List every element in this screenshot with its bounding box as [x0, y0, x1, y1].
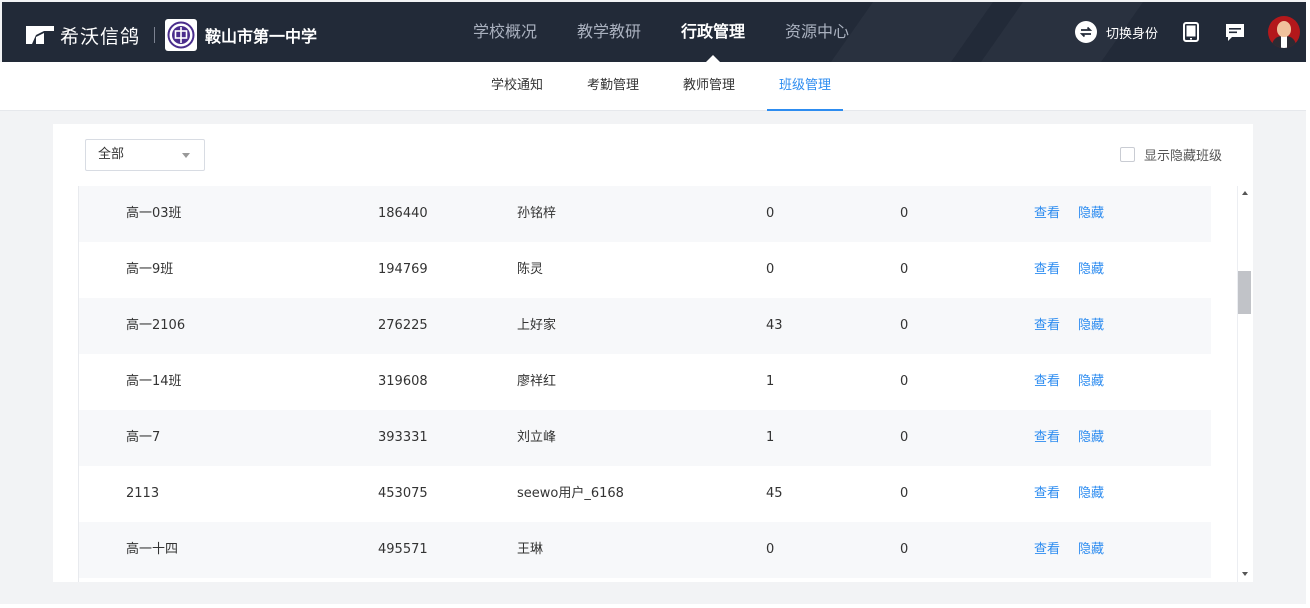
- sub-nav-attendance[interactable]: 考勤管理: [575, 62, 651, 111]
- class-name-cell: 高一03班: [126, 206, 182, 221]
- view-link[interactable]: 查看: [1034, 522, 1060, 578]
- page-edge: [0, 604, 1310, 608]
- top-navigation-bar: 希沃信鸽 鞍山市第一中学 学校概况 教学教研 行政管理 资源中心 切换身份: [2, 2, 1306, 62]
- hide-link[interactable]: 隐藏: [1078, 466, 1104, 522]
- main-nav: 学校概况 教学教研 行政管理 资源中心: [460, 2, 876, 62]
- table-row: 高一9班 194769 陈灵 0 0 查看 隐藏: [79, 242, 1211, 298]
- brand-divider: [154, 27, 156, 43]
- class-code-cell: 495571: [378, 542, 428, 557]
- student-count-cell: 1: [766, 430, 775, 445]
- view-link[interactable]: 查看: [1034, 242, 1060, 298]
- class-name-cell: 高一9班: [126, 262, 174, 277]
- hide-link[interactable]: 隐藏: [1078, 354, 1104, 410]
- class-name-cell: 高一十四: [126, 542, 179, 557]
- table-row: 高一03班 186440 孙铭梓 0 0 查看 隐藏: [79, 186, 1211, 242]
- avatar[interactable]: [1268, 16, 1300, 48]
- view-link[interactable]: 查看: [1034, 186, 1060, 242]
- page-edge: [1306, 0, 1310, 608]
- message-icon[interactable]: [1224, 21, 1246, 43]
- sub-nav-class-management[interactable]: 班级管理: [767, 62, 843, 111]
- class-name-cell: 高一14班: [126, 374, 182, 389]
- view-link[interactable]: 查看: [1034, 354, 1060, 410]
- show-hidden-classes-toggle[interactable]: 显示隐藏班级: [1119, 145, 1222, 164]
- sub-nav-school-notice[interactable]: 学校通知: [479, 62, 555, 111]
- brand[interactable]: 希沃信鸽 鞍山市第一中学: [24, 19, 317, 51]
- student-count-cell: 0: [766, 206, 775, 221]
- main-nav-administration[interactable]: 行政管理: [668, 2, 758, 62]
- view-link[interactable]: 查看: [1034, 298, 1060, 354]
- head-teacher-cell: 王琳: [517, 542, 544, 557]
- class-code-cell: 276225: [378, 318, 428, 333]
- student-count-cell: 0: [766, 542, 775, 557]
- view-link[interactable]: 查看: [1034, 466, 1060, 522]
- class-code-cell: 186440: [378, 206, 428, 221]
- scroll-down-arrow-icon[interactable]: [1242, 572, 1248, 576]
- school-name: 鞍山市第一中学: [205, 27, 318, 46]
- chevron-down-icon: [182, 153, 190, 158]
- table-scrollbar[interactable]: [1211, 186, 1253, 582]
- count-cell: 0: [900, 262, 909, 277]
- head-teacher-cell: 廖祥红: [517, 374, 557, 389]
- main-nav-school-overview[interactable]: 学校概况: [460, 2, 550, 62]
- sub-nav-teacher-management[interactable]: 教师管理: [671, 62, 747, 111]
- count-cell: 0: [900, 374, 909, 389]
- class-management-panel: 全部 显示隐藏班级 高一03班 186440 孙铭梓 0 0 查看 隐藏 高一9…: [53, 124, 1253, 582]
- hide-link[interactable]: 隐藏: [1078, 410, 1104, 466]
- table-row: 高一十四 495571 王琳 0 0 查看 隐藏: [79, 522, 1211, 578]
- main-nav-teaching-research[interactable]: 教学教研: [564, 2, 654, 62]
- switch-identity-icon: [1074, 21, 1097, 43]
- count-cell: 0: [900, 542, 909, 557]
- hide-link[interactable]: 隐藏: [1078, 298, 1104, 354]
- count-cell: 0: [900, 318, 909, 333]
- hide-link[interactable]: 隐藏: [1078, 186, 1104, 242]
- hide-link[interactable]: 隐藏: [1078, 522, 1104, 578]
- count-cell: 0: [900, 430, 909, 445]
- class-code-cell: 319608: [378, 374, 428, 389]
- student-count-cell: 1: [766, 374, 775, 389]
- count-cell: 0: [900, 206, 909, 221]
- head-teacher-cell: seewo用户_6168: [517, 486, 624, 501]
- class-name-cell: 2113: [126, 486, 160, 501]
- scrollbar-track[interactable]: [1237, 186, 1253, 582]
- grade-filter-select[interactable]: 全部: [85, 139, 205, 171]
- class-name-cell: 高一7: [126, 430, 161, 445]
- show-hidden-label: 显示隐藏班级: [1143, 149, 1222, 164]
- avatar-shirt: [1281, 36, 1287, 48]
- hide-link[interactable]: 隐藏: [1078, 242, 1104, 298]
- student-count-cell: 0: [766, 262, 775, 277]
- switch-identity-label: 切换身份: [1105, 26, 1158, 42]
- school-emblem-icon: [165, 19, 198, 51]
- brand-name: 希沃信鸽: [60, 25, 141, 48]
- switch-identity-button[interactable]: 切换身份: [1074, 21, 1158, 43]
- count-cell: 0: [900, 486, 909, 501]
- class-table: 高一03班 186440 孙铭梓 0 0 查看 隐藏 高一9班 194769 陈…: [78, 186, 1211, 582]
- tablet-icon[interactable]: [1180, 21, 1202, 43]
- student-count-cell: 45: [766, 486, 783, 501]
- table-row: 高一7 393331 刘立峰 1 0 查看 隐藏: [79, 410, 1211, 466]
- show-hidden-checkbox[interactable]: [1119, 147, 1135, 162]
- head-teacher-cell: 上好家: [517, 318, 557, 333]
- table-row: 高一2106 276225 上好家 43 0 查看 隐藏: [79, 298, 1211, 354]
- seewo-logo-icon: [26, 26, 54, 44]
- scrollbar-thumb[interactable]: [1238, 271, 1251, 314]
- table-row: 2113 453075 seewo用户_6168 45 0 查看 隐藏: [79, 466, 1211, 522]
- top-actions: 切换身份: [1074, 2, 1306, 62]
- avatar-face: [1277, 21, 1291, 37]
- head-teacher-cell: 孙铭梓: [517, 206, 557, 221]
- scroll-up-arrow-icon[interactable]: [1242, 191, 1248, 195]
- main-nav-resource-center[interactable]: 资源中心: [772, 2, 862, 62]
- class-name-cell: 高一2106: [126, 318, 186, 333]
- sub-nav: 学校通知 考勤管理 教师管理 班级管理: [0, 62, 1310, 111]
- class-code-cell: 453075: [378, 486, 428, 501]
- table-row: 高一14班 319608 廖祥红 1 0 查看 隐藏: [79, 354, 1211, 410]
- view-link[interactable]: 查看: [1034, 410, 1060, 466]
- head-teacher-cell: 陈灵: [517, 262, 544, 277]
- grade-filter-value: 全部: [98, 147, 125, 162]
- class-code-cell: 393331: [378, 430, 428, 445]
- class-code-cell: 194769: [378, 262, 428, 277]
- head-teacher-cell: 刘立峰: [517, 430, 557, 445]
- student-count-cell: 43: [766, 318, 783, 333]
